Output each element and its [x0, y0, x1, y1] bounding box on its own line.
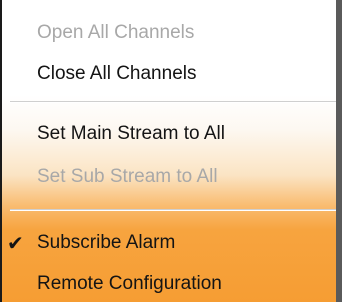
menu-item-remote-configuration[interactable]: Remote Configuration [2, 267, 336, 301]
menu-item-label: Open All Channels [37, 22, 195, 43]
menu-separator [10, 101, 336, 103]
menu-item-set-sub-stream-to-all: Set Sub Stream to All [2, 160, 336, 194]
menu-item-close-all-channels[interactable]: Close All Channels [2, 57, 336, 91]
menu-shadow [336, 0, 342, 302]
menu-item-label: Set Sub Stream to All [37, 166, 218, 187]
menu-separator [10, 209, 336, 211]
menu-item-label: Subscribe Alarm [37, 232, 176, 253]
menu-item-subscribe-alarm[interactable]: ✔ Subscribe Alarm [2, 226, 336, 260]
menu-item-set-main-stream-to-all[interactable]: Set Main Stream to All [2, 117, 336, 151]
menu-item-label: Close All Channels [37, 63, 197, 84]
menu-item-label: Set Main Stream to All [37, 123, 225, 144]
checkmark-icon: ✔ [7, 231, 24, 255]
menu-item-label: Remote Configuration [37, 273, 222, 294]
context-menu: Open All Channels Close All Channels Set… [0, 0, 336, 302]
menu-item-open-all-channels: Open All Channels [2, 16, 336, 50]
